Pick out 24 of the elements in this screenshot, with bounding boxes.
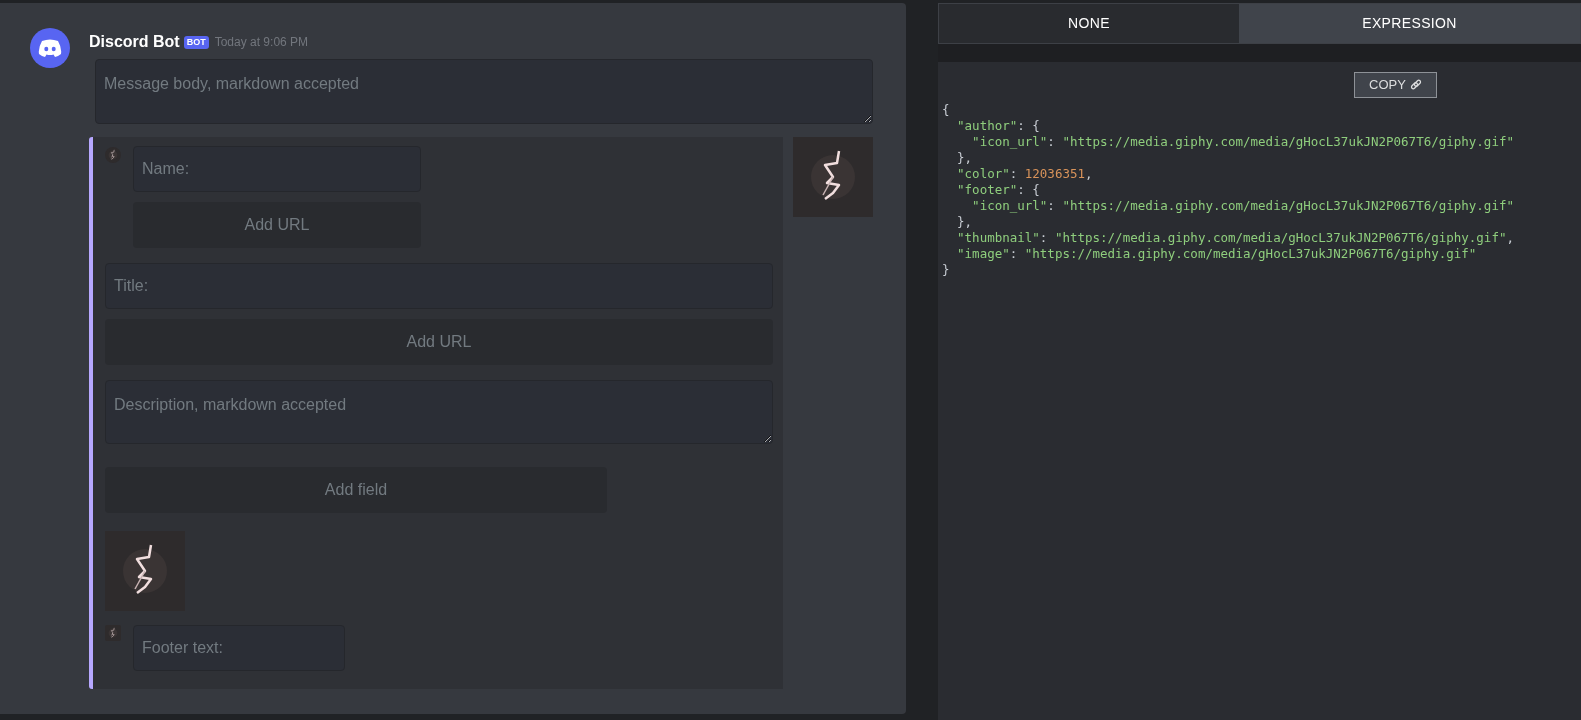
code-line: "icon_url": "https://media.giphy.com/media/gHocL37ukJN2P067T6/giphy.gif"	[971, 198, 1515, 214]
author-name-field[interactable]: Name:	[133, 146, 421, 192]
message-body-field[interactable]: Message body, markdown accepted	[95, 59, 873, 124]
code-line: {	[942, 102, 951, 118]
timestamp: Today at 9:06 PM	[214, 34, 309, 51]
title-field[interactable]: Title:	[105, 263, 773, 309]
footer-text-field[interactable]: Footer text:	[133, 625, 345, 671]
copy-button[interactable]: COPY	[1354, 72, 1437, 98]
code-line: }	[942, 262, 951, 278]
tab[interactable]: EXPRESSION	[1239, 4, 1580, 43]
code-line: "footer": {	[956, 182, 1041, 198]
code-line: },	[956, 150, 974, 166]
bot-tag: BOT	[183, 35, 209, 49]
code-line: "thumbnail": "https://media.giphy.com/media/gHocL37ukJN2P067T6/giphy.gif",	[956, 230, 1515, 246]
description-field[interactable]: Description, markdown accepted	[105, 380, 773, 444]
author-name: Discord Bot	[89, 32, 180, 52]
code-line: },	[956, 214, 974, 230]
logo-icon	[38, 39, 62, 57]
code-line: "icon_url": "https://media.giphy.com/media/gHocL37ukJN2P067T6/giphy.gif"	[971, 134, 1515, 150]
code-line: "author": {	[956, 118, 1041, 134]
link-icon	[1409, 79, 1422, 91]
code-line: "image": "https://media.giphy.com/media/gHocL37ukJN2P067T6/giphy.gif"	[956, 246, 1478, 262]
code-line: "color": 12036351,	[956, 166, 1094, 182]
tab[interactable]: NONE	[939, 4, 1239, 43]
